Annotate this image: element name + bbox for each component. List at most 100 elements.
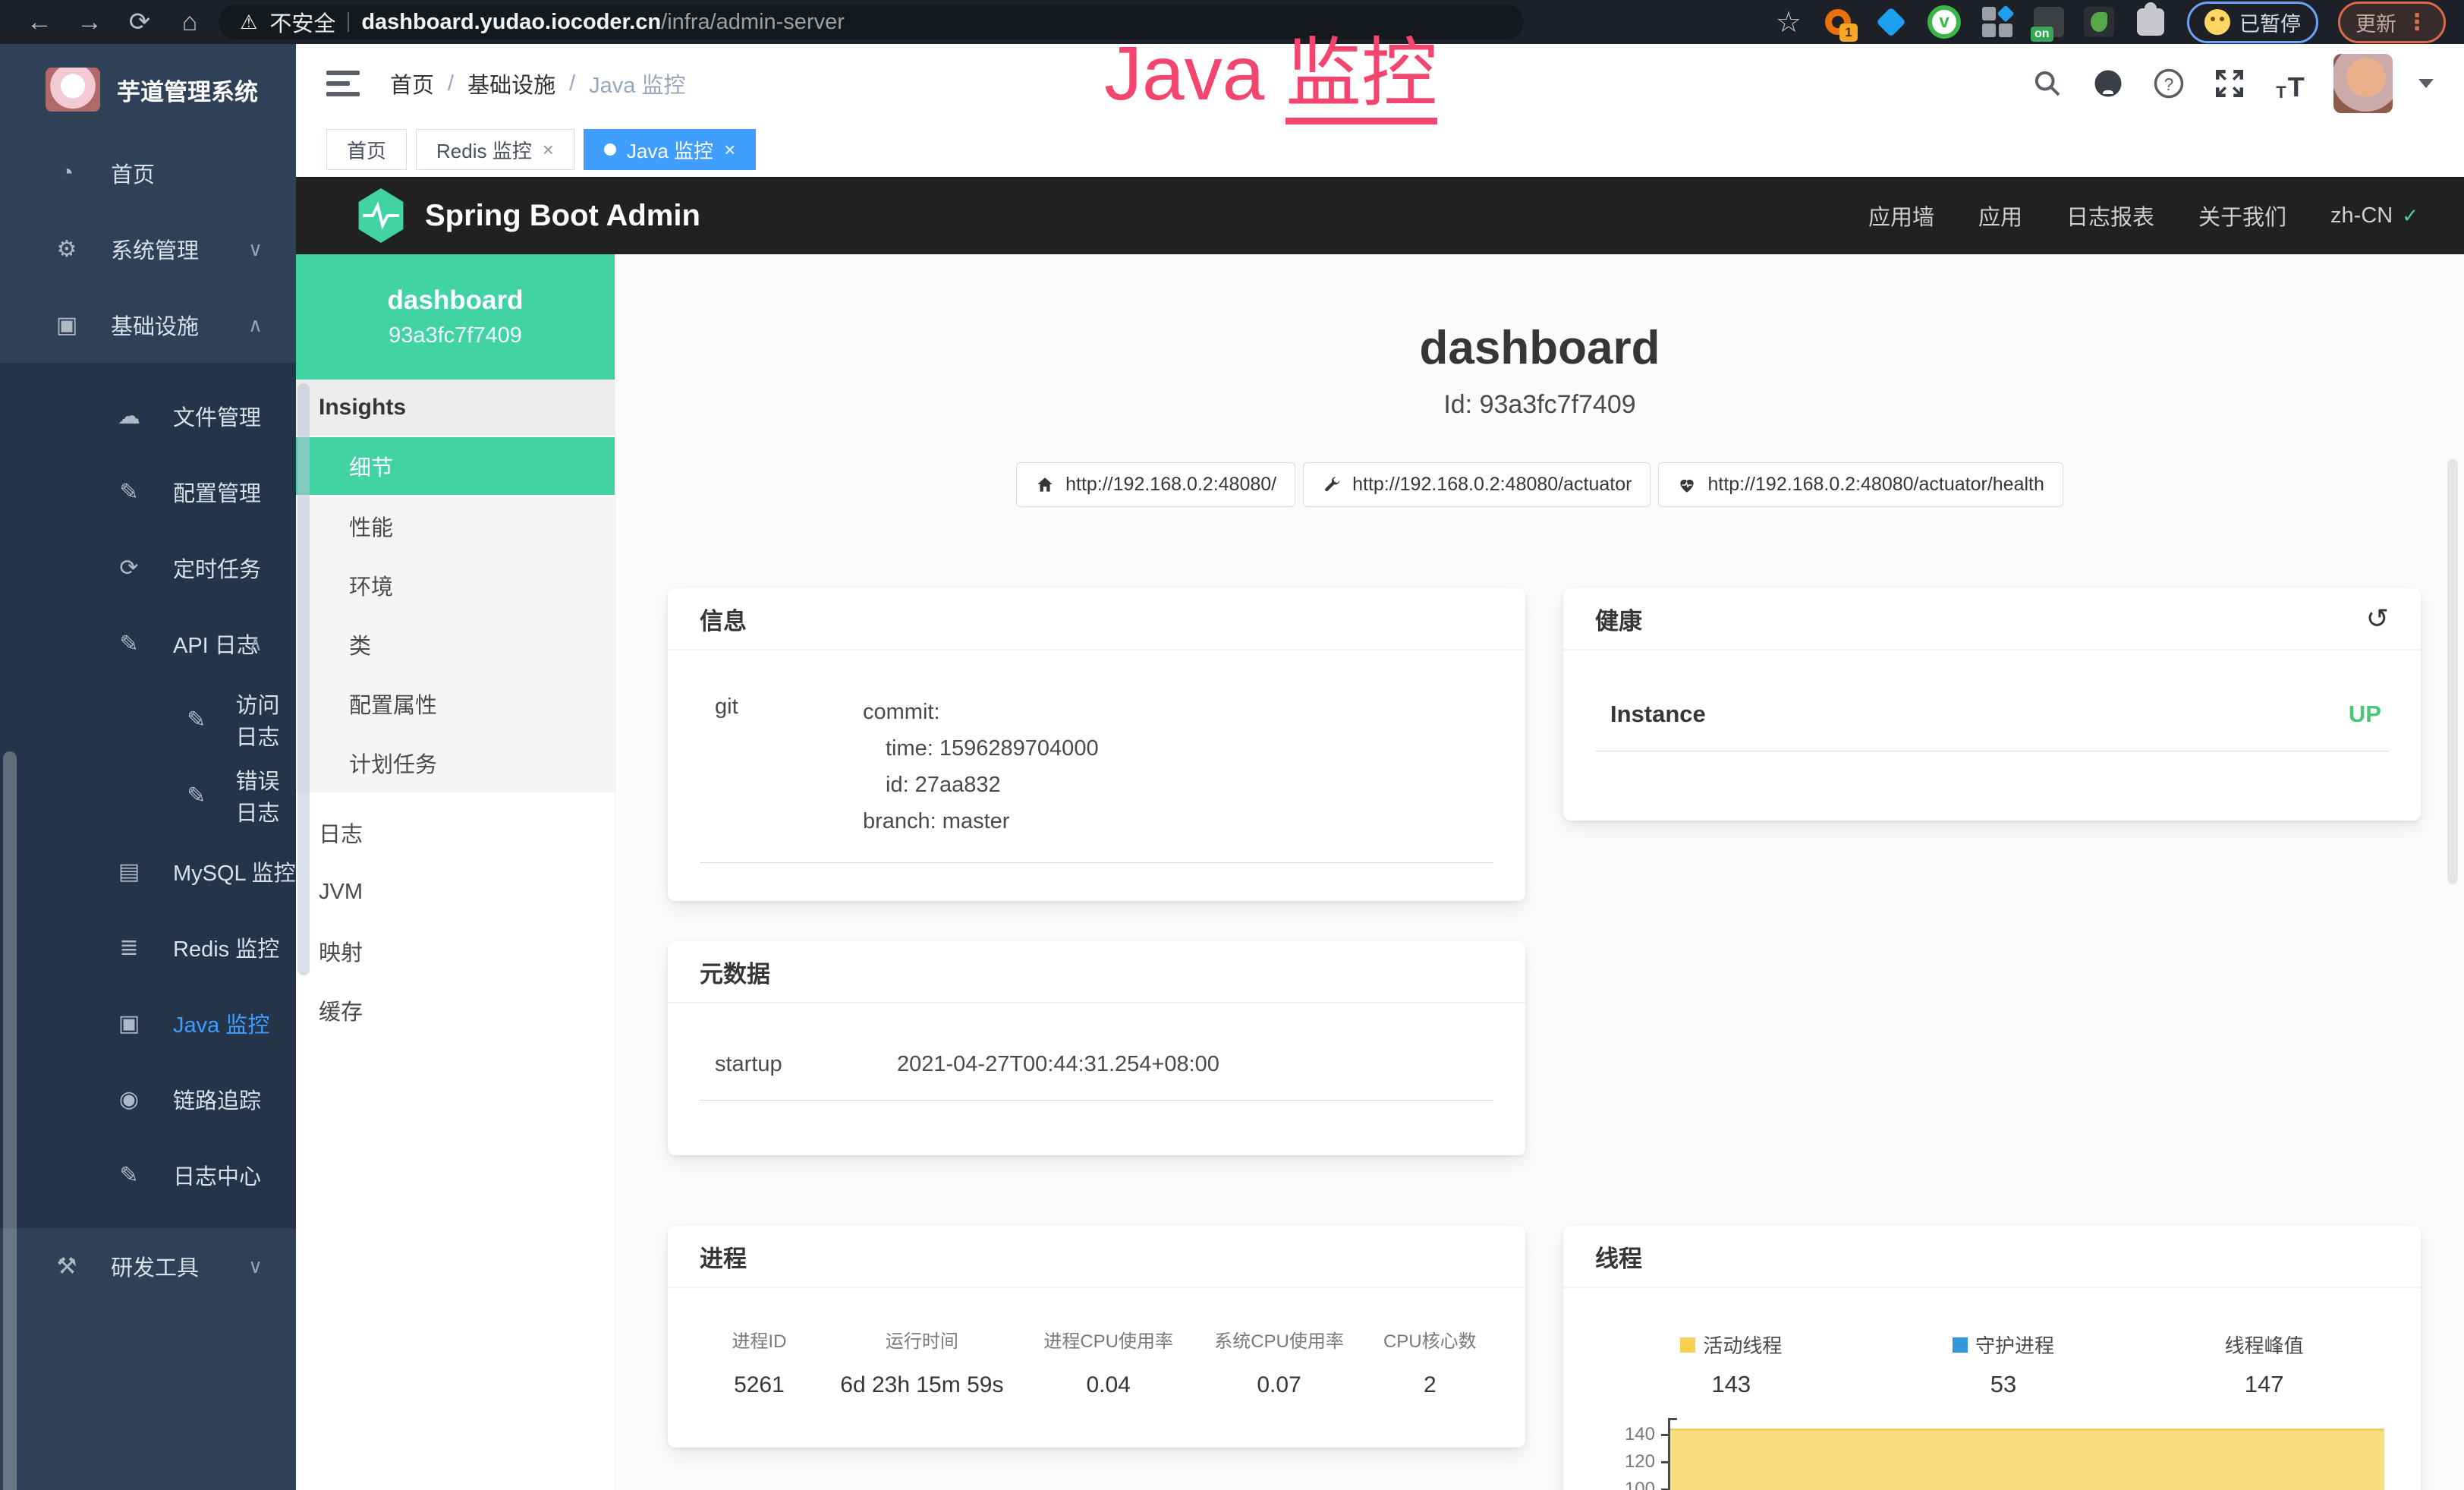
health-url-button[interactable]: http://192.168.0.2:48080/actuator/health [1658,462,2063,507]
legend-active-threads: 活动线程 143 [1680,1331,1782,1398]
security-label[interactable]: 不安全 [269,6,335,38]
health-instance-row[interactable]: Instance UP [1595,681,2389,751]
sba-logo-icon[interactable] [357,188,405,243]
health-panel: 健康 ↺ Instance UP [1563,588,2421,821]
instance-nav-caches[interactable]: 缓存 [296,981,615,1040]
browser-home-icon[interactable]: ⌂ [168,8,211,37]
refresh-clock-icon: ⟳ [114,555,144,581]
sidebar-item-log-center[interactable]: ✎ 日志中心 [0,1137,296,1213]
process-id-value: 5261 [700,1372,819,1398]
app-logo-row[interactable]: 芋道管理系统 [0,44,296,135]
eye-icon: ◉ [114,1086,144,1113]
sba-nav-about[interactable]: 关于我们 [2198,200,2286,232]
threads-legend: 活动线程 143 守护进程 53 线程峰值 147 [1595,1331,2389,1398]
breadcrumb-home[interactable]: 首页 [390,68,434,99]
annotation-java-monitor: Java 监控 [1104,30,1437,118]
sidebar-item-config-mgmt[interactable]: ✎ 配置管理 [0,454,296,530]
extension-badge: 1 [1839,24,1858,42]
extension-on-icon[interactable]: on [2034,7,2064,37]
server-icon: ▤ [114,858,144,885]
sidebar-item-file-mgmt[interactable]: ☁ 文件管理 [0,378,296,454]
instance-header[interactable]: dashboard 93a3fc7f7409 [296,254,615,380]
instance-nav-classes[interactable]: 类 [296,615,615,674]
instance-nav-jvm[interactable]: JVM [296,862,615,921]
bookmark-star-icon[interactable]: ☆ [1776,5,1802,39]
forward-icon[interactable]: → [68,8,111,37]
sba-nav-journal[interactable]: 日志报表 [2066,200,2154,232]
sidebar-item-system-mgmt[interactable]: ⚙ 系统管理 ∨ [0,211,296,287]
sba-nav-wallboard[interactable]: 应用墙 [1868,200,1934,232]
process-table: 进程ID 运行时间 进程CPU使用率 系统CPU使用率 CPU核心数 5261 … [700,1326,1493,1398]
tab-java-monitor[interactable]: Java 监控 × [584,129,756,170]
reload-icon[interactable]: ⟳ [118,7,161,37]
extension-orange-icon[interactable]: 1 [1821,5,1855,39]
instance-nav-metrics[interactable]: 性能 [296,496,615,556]
extensions-puzzle-icon[interactable] [2134,5,2167,39]
sidebar-item-redis-monitor[interactable]: ≣ Redis 监控 [0,909,296,985]
instance-nav-config-props[interactable]: 配置属性 [296,674,615,733]
sidebar-item-scheduled-tasks[interactable]: ⟳ 定时任务 [0,530,296,606]
font-size-icon[interactable]: TT [2273,66,2308,101]
search-icon[interactable] [2030,66,2065,101]
sidebar-item-infrastructure[interactable]: ▣ 基础设施 ∧ [0,287,296,363]
sidebar-scrollbar[interactable] [3,751,17,1490]
instance-nav-details[interactable]: 细节 [296,437,615,496]
close-tab-icon[interactable]: × [543,138,554,162]
paused-profile-chip[interactable]: 已暂停 [2187,2,2318,43]
health-instance-label: Instance [1610,701,1706,728]
update-browser-button[interactable]: 更新 ⋮ [2338,2,2446,43]
extension-blue-icon[interactable] [1874,5,1908,39]
close-tab-icon[interactable]: × [724,138,735,162]
active-threads-value: 143 [1711,1371,1751,1398]
actuator-url-button[interactable]: http://192.168.0.2:48080/actuator [1303,462,1651,507]
sidebar-item-api-logs[interactable]: ✎ API 日志 ∧ [0,606,296,682]
instance-nav-scheduled-tasks[interactable]: 计划任务 [296,733,615,792]
navbar-actions: ? TT [2030,54,2434,113]
insights-group-label: Insights [296,380,615,437]
instance-sidebar-scrollbar[interactable] [297,383,310,975]
edit-icon: ✎ [186,707,206,733]
instance-nav-environment[interactable]: 环境 [296,556,615,615]
github-icon[interactable] [2091,66,2126,101]
update-label: 更新 [2355,8,2396,37]
fullscreen-icon[interactable] [2212,66,2247,101]
back-icon[interactable]: ← [18,8,61,37]
service-url-button[interactable]: http://192.168.0.2:48080/ [1016,462,1295,507]
metadata-panel: 元数据 startup 2021-04-27T00:44:31.254+08:0… [668,941,1525,1155]
sidebar-item-mysql-monitor[interactable]: ▤ MySQL 监控 [0,833,296,909]
sidebar-item-dev-tools[interactable]: ⚒ 研发工具 ∨ [0,1228,296,1304]
content-scrollbar[interactable] [2447,459,2458,884]
threads-panel: 线程 活动线程 143 守护进程 53 线程峰值 147 [1563,1226,2421,1490]
sidebar-item-java-monitor[interactable]: ▣ Java 监控 [0,985,296,1061]
collapse-sidebar-icon[interactable] [326,71,360,96]
sba-brand[interactable]: Spring Boot Admin [425,199,700,233]
sba-header: Spring Boot Admin 应用墙 应用 日志报表 关于我们 zh-CN… [296,177,2464,254]
url-text[interactable]: dashboard.yudao.iocoder.cn/infra/admin-s… [361,10,845,35]
sidebar-item-access-logs[interactable]: ✎ 访问日志 [0,682,296,758]
user-avatar[interactable] [2333,54,2393,113]
sidebar-item-tracing[interactable]: ◉ 链路追踪 [0,1061,296,1137]
user-menu-caret-icon[interactable] [2418,79,2434,88]
sidebar-item-home[interactable]: ◔ 首页 [0,135,296,211]
process-cpu-value: 0.04 [1025,1372,1192,1398]
extension-grid-icon[interactable] [1981,5,2014,39]
sba-nav-applications[interactable]: 应用 [1978,200,2022,232]
kebab-menu-icon[interactable]: ⋮ [2406,9,2428,36]
instance-nav-logs[interactable]: 日志 [296,803,615,862]
locale-selector[interactable]: zh-CN ✓ [2330,203,2418,228]
history-icon[interactable]: ↺ [2366,603,2389,635]
browser-actions: ☆ 1 v on 已暂停 更新 ⋮ [1776,2,2446,43]
active-tab-dot [604,143,616,156]
instance-nav-mappings[interactable]: 映射 [296,921,615,981]
grid-icon [1982,7,2012,37]
process-panel-title: 进程 [668,1226,1525,1288]
help-icon[interactable]: ? [2151,66,2186,101]
tab-home[interactable]: 首页 [326,129,407,170]
threads-plot-area: 140 120 100 [1668,1418,2384,1490]
sidebar-item-error-logs[interactable]: ✎ 错误日志 [0,758,296,833]
svg-text:?: ? [2164,74,2174,94]
breadcrumb-infrastructure[interactable]: 基础设施 [467,68,555,99]
tab-redis-monitor[interactable]: Redis 监控 × [416,129,574,170]
extension-leaf-icon[interactable] [2084,7,2114,37]
extension-v-icon[interactable]: v [1927,5,1961,39]
